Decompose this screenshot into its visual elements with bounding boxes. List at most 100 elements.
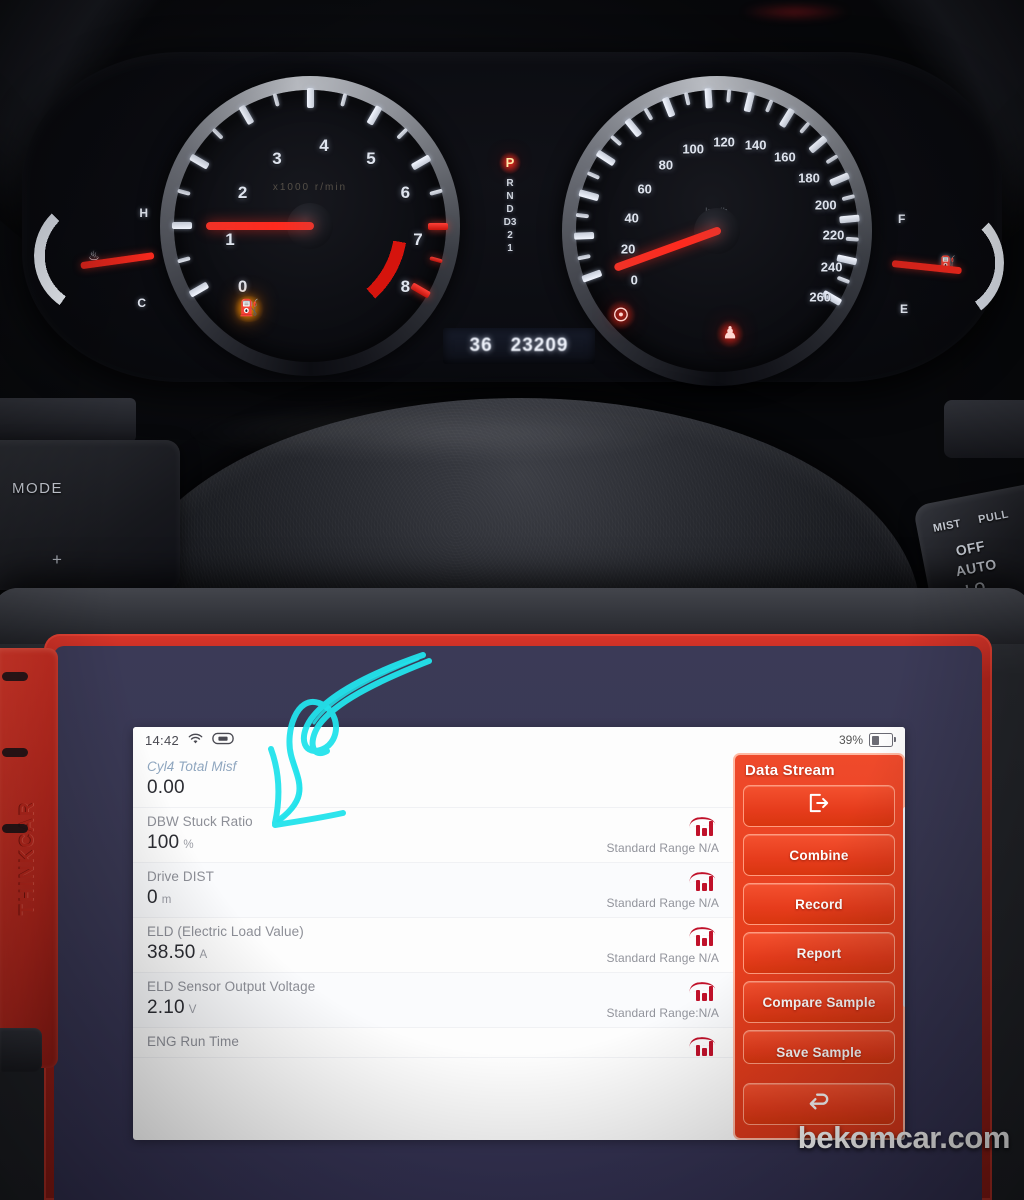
- parameter-value-text: 100: [147, 832, 180, 853]
- standard-range-label: Standard Range N/A: [606, 896, 719, 910]
- report-button[interactable]: Report: [743, 932, 895, 974]
- oil-pressure-warning-icon: ⛽: [232, 296, 266, 322]
- table-row[interactable]: Drive DIST 0m Standard Range N/A: [133, 863, 733, 918]
- data-stream-content: Cyl4 Total Misf 0.00 DBW Stuck Ratio 100…: [133, 753, 905, 1140]
- dash-reflection: [740, 4, 850, 20]
- status-bar: 14:42 39%: [133, 727, 905, 753]
- fuel-empty-label: E: [900, 302, 909, 316]
- gear-position-d: D: [506, 204, 514, 215]
- parameter-value-text: 0.00: [147, 777, 185, 798]
- trip-meter-value: 36: [469, 335, 493, 356]
- gear-position-n: N: [506, 191, 514, 202]
- cluster-brand-text: x1000 r/min: [272, 182, 348, 194]
- bar-chart-icon[interactable]: [689, 926, 715, 946]
- coolant-temp-gauge: H C ♨: [34, 196, 155, 316]
- data-stream-action-panel: Data Stream Combine Record Report Compar…: [733, 753, 905, 1140]
- tachometer-face: x1000 r/min 0 1 2 3 4 5 6 7 8: [172, 88, 448, 362]
- tach-tick-label: 0: [237, 277, 248, 296]
- steering-wheel-left-controls[interactable]: MODE +: [0, 440, 180, 590]
- gear-position-2: 2: [507, 230, 513, 241]
- bar-chart-icon[interactable]: [689, 981, 715, 1001]
- speedo-tick-label: 140: [744, 137, 767, 153]
- standard-range-label: Standard Range:N/A: [606, 1006, 719, 1020]
- speedo-tick-label: 100: [682, 141, 705, 157]
- steering-wheel-highlight: [180, 402, 700, 462]
- tach-tick-label: 1: [225, 230, 235, 249]
- back-arrow-icon: [806, 1091, 832, 1117]
- combine-button[interactable]: Combine: [743, 834, 895, 876]
- status-clock: 14:42: [145, 732, 180, 748]
- tablet-side-button[interactable]: [0, 1028, 42, 1072]
- compare-sample-button[interactable]: Compare Sample: [743, 981, 895, 1023]
- speedo-tick-label: 120: [713, 134, 735, 150]
- table-row[interactable]: Cyl4 Total Misf 0.00: [133, 753, 733, 808]
- seatbelt-warning-icon: ♟: [716, 320, 744, 348]
- parameter-name: ENG Run Time: [147, 1034, 239, 1049]
- speedo-tick-label: 220: [822, 227, 845, 243]
- gear-selector: P R N D D3 2 1: [498, 152, 522, 255]
- back-button[interactable]: [743, 1083, 895, 1125]
- odometer-value: 23209: [510, 335, 569, 356]
- table-row[interactable]: ENG Run Time: [133, 1028, 733, 1058]
- gear-park-indicator: P: [499, 152, 521, 174]
- tablet-speaker-grille: [2, 824, 28, 833]
- odometer-display: 36 23209: [443, 328, 595, 364]
- vci-connection-icon: [212, 732, 234, 748]
- temp-low-label: C: [137, 296, 146, 310]
- volume-up-button-label[interactable]: +: [52, 550, 62, 570]
- speedo-tick-label: 240: [820, 259, 843, 275]
- parameter-unit: %: [183, 839, 194, 851]
- tach-tick-label: 4: [319, 136, 329, 155]
- exit-button[interactable]: [743, 785, 895, 827]
- temp-high-label: H: [139, 206, 148, 220]
- parameter-unit: m: [161, 894, 172, 906]
- data-stream-list[interactable]: Cyl4 Total Misf 0.00 DBW Stuck Ratio 100…: [133, 753, 733, 1140]
- gear-position-1: 1: [507, 243, 513, 254]
- bar-chart-icon[interactable]: [689, 1036, 715, 1056]
- table-row[interactable]: ELD Sensor Output Voltage 2.10 V Standard…: [133, 973, 733, 1028]
- table-row[interactable]: DBW Stuck Ratio 100% Standard Range N/A: [133, 808, 733, 863]
- gear-position-r: R: [506, 178, 514, 189]
- bar-chart-icon[interactable]: [689, 816, 715, 836]
- speedo-tick-label: 160: [774, 149, 796, 165]
- speedo-tick-label: 260: [809, 289, 832, 304]
- save-sample-button[interactable]: Save Sample: [743, 1030, 895, 1064]
- bar-chart-icon[interactable]: [689, 871, 715, 891]
- wiper-pull-label: PULL: [977, 508, 1010, 527]
- gear-position-d3: D3: [503, 217, 517, 228]
- tachometer-gauge: x1000 r/min 0 1 2 3 4 5 6 7 8: [160, 76, 460, 376]
- fuel-gauge: F E ⛽: [891, 204, 1004, 322]
- tachometer-needle: [206, 222, 314, 230]
- parameter-name: DBW Stuck Ratio: [147, 814, 253, 829]
- tach-tick-label: 6: [400, 183, 411, 202]
- speedo-tick-label: 180: [798, 170, 820, 186]
- wiper-off-label: OFF: [954, 537, 987, 559]
- speedo-tick-label: 200: [814, 197, 837, 213]
- tach-tick-label: 5: [366, 148, 376, 168]
- tach-tick-label: 2: [237, 183, 248, 202]
- speedo-tick-label: 60: [637, 181, 652, 197]
- battery-percent-label: 39%: [838, 733, 863, 747]
- wiper-mist-label: MIST: [932, 517, 963, 535]
- tablet-left-grip: THINKCAR: [0, 648, 58, 1068]
- parameter-name: Drive DIST: [147, 869, 215, 884]
- mode-button-label[interactable]: MODE: [12, 480, 63, 497]
- parameter-unit: A: [199, 949, 208, 961]
- parameter-unit: V: [188, 1004, 197, 1016]
- speedo-tick-label: 20: [620, 241, 636, 257]
- parameter-name: ELD Sensor Output Voltage: [147, 979, 316, 994]
- table-row[interactable]: ELD (Electric Load Value) 38.50 A Standar…: [133, 918, 733, 973]
- charging-system-warning-icon: ☉: [606, 300, 636, 330]
- standard-range-label: Standard Range N/A: [606, 841, 719, 855]
- parameter-value-text: 2.10: [147, 997, 185, 1018]
- wifi-icon: [188, 733, 203, 748]
- panel-scrollbar[interactable]: [903, 807, 905, 1007]
- standard-range-label: Standard Range N/A: [606, 951, 719, 965]
- parameter-name: ELD (Electric Load Value): [147, 924, 304, 939]
- status-bar-right: 39%: [838, 733, 896, 747]
- wiper-auto-label: AUTO: [954, 555, 998, 580]
- record-button[interactable]: Record: [743, 883, 895, 925]
- thinkcar-logo: THINKCAR: [17, 800, 38, 916]
- battery-icon: [869, 733, 896, 747]
- parameter-value: 0.00: [147, 777, 719, 799]
